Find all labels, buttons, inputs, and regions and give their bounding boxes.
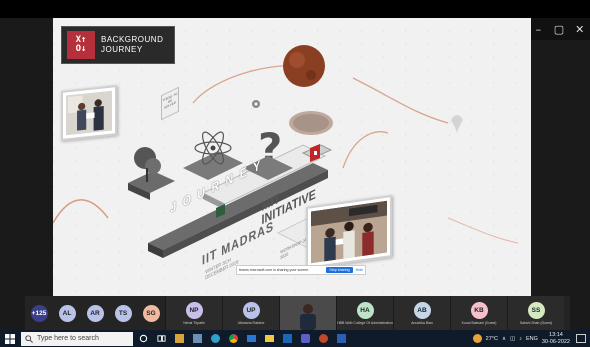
participant-name: Utkarsha Rakshe: [237, 320, 265, 325]
stop-sharing-button[interactable]: Stop sharing: [326, 267, 353, 273]
participant-tile[interactable]: KB Kunal Balwani (Guest): [450, 296, 507, 330]
clock-date: 30-06-2022: [541, 338, 570, 345]
participant-tile[interactable]: AR: [81, 296, 109, 330]
clock[interactable]: 13:14 30-06-2022: [542, 332, 570, 346]
participant-name: HBB Wdb College Of Administration: [337, 320, 393, 325]
participant-tile[interactable]: AL: [53, 296, 81, 330]
task-view-icon[interactable]: [154, 331, 169, 346]
powerpoint-app-icon[interactable]: [316, 331, 331, 346]
participant-strip: +125 AL AR TS SG NP Nehal Tripathi UP Utkarsha R…: [25, 296, 570, 330]
logo-mark-icon: X↑ O↓: [67, 31, 95, 59]
close-button[interactable]: ✕: [569, 18, 590, 40]
participant-tile[interactable]: UP Utkarsha Rakshe: [222, 296, 279, 330]
system-tray: 27°C ∧ ◫ ♪ ENG 13:14 30-06-2022: [472, 330, 590, 347]
participant-tile[interactable]: AB Anushka Bian: [393, 296, 450, 330]
windows-start-button[interactable]: [0, 330, 20, 347]
windows-logo-icon: [5, 333, 15, 344]
outlook-app-icon[interactable]: [280, 331, 295, 346]
participant-avatar: KB: [470, 301, 488, 319]
participant-tile[interactable]: TS: [109, 296, 137, 330]
participant-avatar: AR: [86, 304, 104, 322]
share-message: teams.microsoft.com is sharing your scre…: [239, 268, 310, 272]
logo-line2: JOURNEY: [101, 45, 143, 54]
maximize-button[interactable]: ▢: [549, 18, 570, 40]
chevron-up-icon[interactable]: ∧: [502, 336, 506, 342]
volume-icon[interactable]: ♪: [519, 336, 522, 342]
search-placeholder: Type here to search: [37, 335, 99, 342]
calculator-app-icon[interactable]: [190, 331, 205, 346]
file-explorer-icon[interactable]: [262, 331, 277, 346]
network-icon[interactable]: ◫: [510, 336, 515, 342]
photo-scene-left: [66, 90, 112, 136]
weather-temperature[interactable]: 27°C: [486, 336, 498, 342]
participant-avatar: +125: [30, 304, 48, 322]
participant-avatar: TS: [114, 304, 132, 322]
participant-avatar: HA: [356, 301, 374, 319]
mail-app-icon[interactable]: [244, 331, 259, 346]
participant-tile[interactable]: SS Sakshi Shah (Guest): [507, 296, 564, 330]
participant-video-feed: [280, 296, 336, 330]
clock-time: 13:14: [549, 331, 563, 338]
taskbar-search-box[interactable]: Type here to search: [21, 331, 133, 346]
cortana-icon[interactable]: [136, 331, 151, 346]
participant-name: Kunal Balwani (Guest): [461, 320, 497, 325]
photo-group-mit: [306, 194, 392, 270]
screen: – ▢ ✕ ? JOURNEY IIT MADRAS MIT INITIATIV…: [0, 0, 590, 347]
participant-name: Nehal Tripathi: [183, 320, 205, 325]
teams-app-icon[interactable]: [298, 331, 313, 346]
store-app-icon[interactable]: [172, 331, 187, 346]
participant-avatar: AB: [413, 301, 431, 319]
window-controls: – ▢ ✕: [528, 18, 590, 40]
participant-tile[interactable]: HA HBB Wdb College Of Administration: [336, 296, 393, 330]
word-app-icon[interactable]: [334, 331, 349, 346]
language-indicator[interactable]: ENG: [526, 336, 538, 342]
chrome-browser-icon[interactable]: [226, 331, 241, 346]
minimize-button[interactable]: –: [528, 18, 549, 40]
logo-line1: BACKGROUND: [101, 35, 164, 44]
notification-center-icon[interactable]: [576, 334, 586, 343]
participant-avatar: SG: [142, 304, 160, 322]
participant-tile[interactable]: NP Nehal Tripathi: [165, 296, 222, 330]
participant-name: Anushka Bian: [411, 320, 433, 325]
participant-name: Sakshi Shah (Guest): [519, 320, 553, 325]
photo-award-ceremony: [61, 85, 117, 141]
participant-avatar: UP: [242, 301, 260, 319]
participant-tile[interactable]: +125: [25, 296, 53, 330]
hide-button[interactable]: Hide: [356, 268, 363, 272]
screen-share-notification: teams.microsoft.com is sharing your scre…: [236, 265, 366, 275]
top-strip: [0, 0, 590, 18]
taskbar: Type here to search 27°C ∧ ◫ ♪ ENG 13:14…: [0, 330, 590, 347]
participant-video-tile[interactable]: [279, 296, 336, 330]
background-journey-logo: X↑ O↓ BACKGROUND JOURNEY: [61, 26, 175, 64]
edge-browser-icon[interactable]: [208, 331, 223, 346]
shared-slide: ? JOURNEY IIT MADRAS MIT INITIATIVE THES…: [53, 18, 531, 296]
participant-tile[interactable]: SG: [137, 296, 165, 330]
participant-avatar: AL: [58, 304, 76, 322]
participant-avatar: SS: [527, 301, 545, 319]
participant-avatar: NP: [185, 301, 203, 319]
weather-icon: [472, 334, 482, 343]
photo-scene-right: [311, 200, 387, 264]
search-icon: [25, 334, 33, 343]
